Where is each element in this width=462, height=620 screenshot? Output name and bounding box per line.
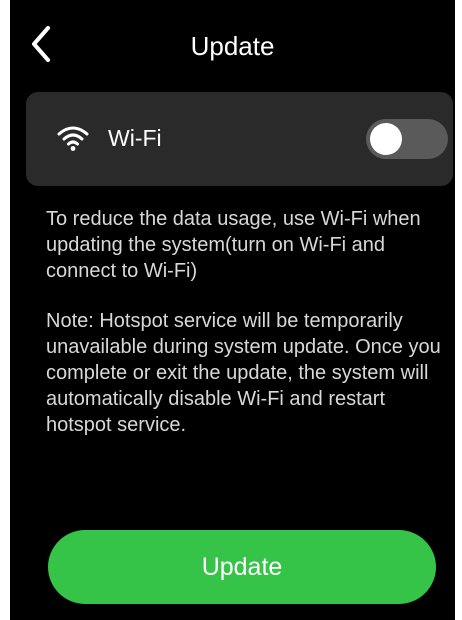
update-screen: Update Wi-Fi To reduce the data usage, u… [10,0,455,620]
wifi-toggle[interactable] [366,119,448,159]
wifi-label: Wi-Fi [108,125,162,151]
hotspot-note: Note: Hotspot service will be temporaril… [46,310,441,436]
page-title: Update [190,31,275,61]
header: Update [10,0,455,86]
wifi-icon [57,126,89,151]
wifi-setting-row: Wi-Fi [26,92,453,186]
toggle-knob [370,123,402,155]
data-usage-notice: To reduce the data usage, use Wi-Fi when… [46,208,421,282]
update-button[interactable]: Update [48,530,436,604]
